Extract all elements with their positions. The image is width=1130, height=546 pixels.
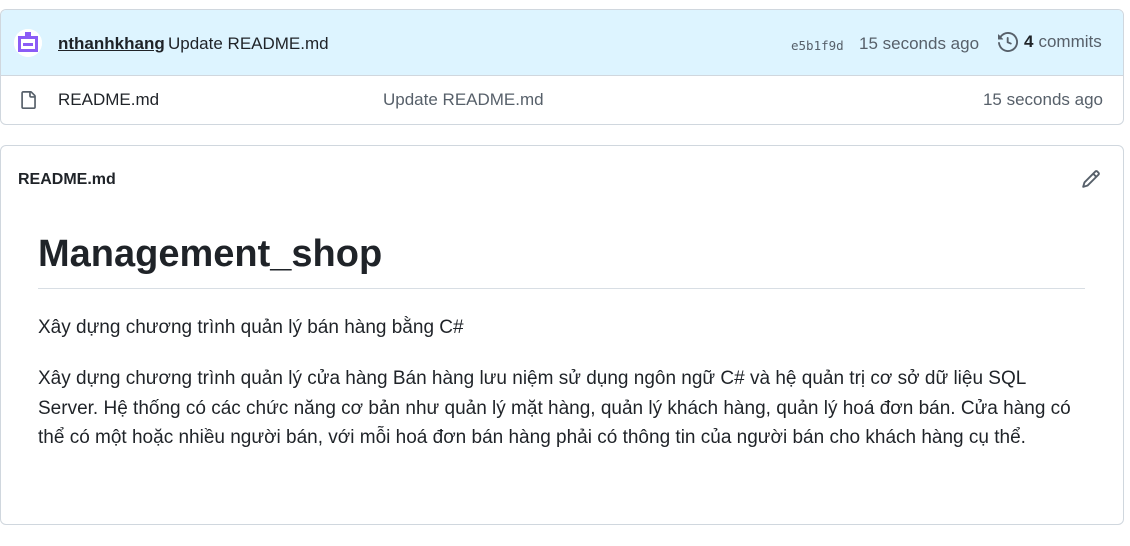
readme-paragraph: Xây dựng chương trình quản lý bán hàng b… [38, 316, 464, 338]
file-name-link[interactable]: README.md [58, 90, 159, 110]
repo-files-box: nthanhkhang Update README.md e5b1f9d 15 … [0, 9, 1124, 125]
commit-sha-link[interactable]: e5b1f9d [791, 38, 844, 53]
pencil-icon[interactable] [1081, 169, 1103, 191]
commit-author-link[interactable]: nthanhkhang [58, 34, 165, 54]
file-row[interactable]: README.md Update README.md 15 seconds ag… [1, 76, 1123, 124]
latest-commit-bar: nthanhkhang Update README.md e5b1f9d 15 … [1, 10, 1123, 76]
commit-history-link[interactable]: 4 commits [998, 32, 1102, 52]
commit-message-link[interactable]: Update README.md [168, 34, 329, 54]
readme-box: README.md Management_shop Xây dựng chươn… [0, 145, 1124, 525]
file-commit-time: 15 seconds ago [982, 90, 1103, 109]
readme-header: README.md [1, 146, 1123, 212]
history-icon [998, 32, 1018, 52]
readme-header-title[interactable]: README.md [18, 171, 116, 189]
commit-count: 4 [1024, 32, 1034, 51]
file-icon [19, 90, 37, 115]
readme-heading: Management_shop [38, 233, 1085, 289]
commit-count-label: commits [1038, 32, 1102, 51]
commit-time: 15 seconds ago [859, 34, 980, 53]
file-commit-message-link[interactable]: Update README.md [383, 90, 544, 110]
readme-content: Management_shop Xây dựng chương trình qu… [38, 233, 1085, 453]
readme-paragraph: Xây dựng chương trình quản lý cửa hàng B… [38, 368, 1071, 449]
avatar[interactable] [14, 29, 42, 57]
